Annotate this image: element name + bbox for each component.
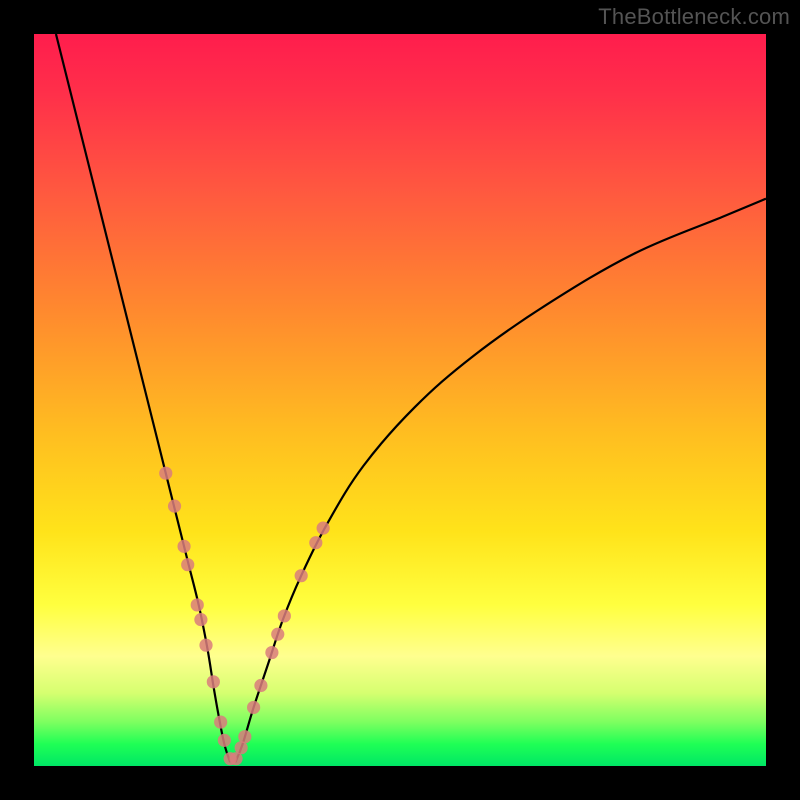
data-marker bbox=[199, 639, 212, 652]
outer-frame: TheBottleneck.com bbox=[0, 0, 800, 800]
data-marker bbox=[168, 500, 181, 513]
data-marker bbox=[177, 540, 190, 553]
data-marker bbox=[265, 646, 278, 659]
data-marker bbox=[191, 598, 204, 611]
marker-group bbox=[159, 467, 330, 766]
watermark-text: TheBottleneck.com bbox=[598, 4, 790, 30]
data-marker bbox=[254, 679, 267, 692]
data-marker bbox=[214, 715, 227, 728]
data-marker bbox=[278, 609, 291, 622]
data-marker bbox=[271, 628, 284, 641]
data-marker bbox=[238, 730, 251, 743]
data-marker bbox=[218, 734, 231, 747]
chart-svg bbox=[34, 34, 766, 766]
data-marker bbox=[317, 522, 330, 535]
data-marker bbox=[194, 613, 207, 626]
data-marker bbox=[207, 675, 220, 688]
curve-left-branch bbox=[56, 34, 230, 762]
data-marker bbox=[295, 569, 308, 582]
data-marker bbox=[247, 701, 260, 714]
curve-right-branch bbox=[235, 199, 766, 763]
plot-area bbox=[34, 34, 766, 766]
data-marker bbox=[309, 536, 322, 549]
data-marker bbox=[159, 467, 172, 480]
data-marker bbox=[181, 558, 194, 571]
